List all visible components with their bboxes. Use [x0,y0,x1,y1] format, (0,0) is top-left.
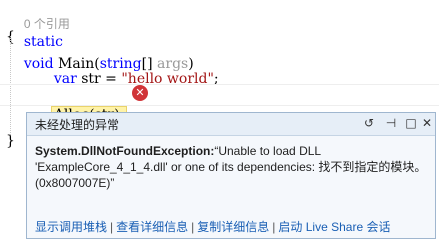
link-separator: | [191,220,195,234]
copy-details-link[interactable]: 复制详细信息 [197,220,269,234]
popup-header[interactable]: 未经处理的异常 ↺ ⊣ □ ✕ [27,113,435,136]
error-icon[interactable]: ✕ [132,85,148,101]
view-details-link[interactable]: 查看详细信息 [116,220,188,234]
live-share-link[interactable]: 启动 Live Share 会话 [278,220,390,234]
history-icon[interactable]: ↺ [361,115,377,131]
code-line-var: var str = "hello world"; [36,46,219,87]
show-call-stack-link[interactable]: 显示调用堆栈 [35,220,107,234]
popup-title: 未经处理的异常 [35,118,120,132]
exception-message: System.DllNotFoundException:“Unable to l… [35,143,429,191]
code-line-close-brace: } [6,133,15,149]
code-line-signature: static void Main(string[] args) [6,9,194,72]
code-line-alloc[interactable]: Alloc(str); [33,82,128,124]
exception-popup[interactable]: 未经处理的异常 ↺ ⊣ □ ✕ System.DllNotFoundExcept… [26,112,436,239]
pin-icon[interactable]: ⊣ [383,115,399,131]
popup-links: 显示调用堆栈 | 查看详细信息 | 复制详细信息 | 启动 Live Share 会话 [35,218,435,235]
maximize-icon[interactable]: □ [403,115,419,131]
link-separator: | [272,220,276,234]
link-separator: | [110,220,114,234]
exception-type: System.DllNotFoundException: [35,144,215,158]
close-icon[interactable]: ✕ [419,115,435,131]
